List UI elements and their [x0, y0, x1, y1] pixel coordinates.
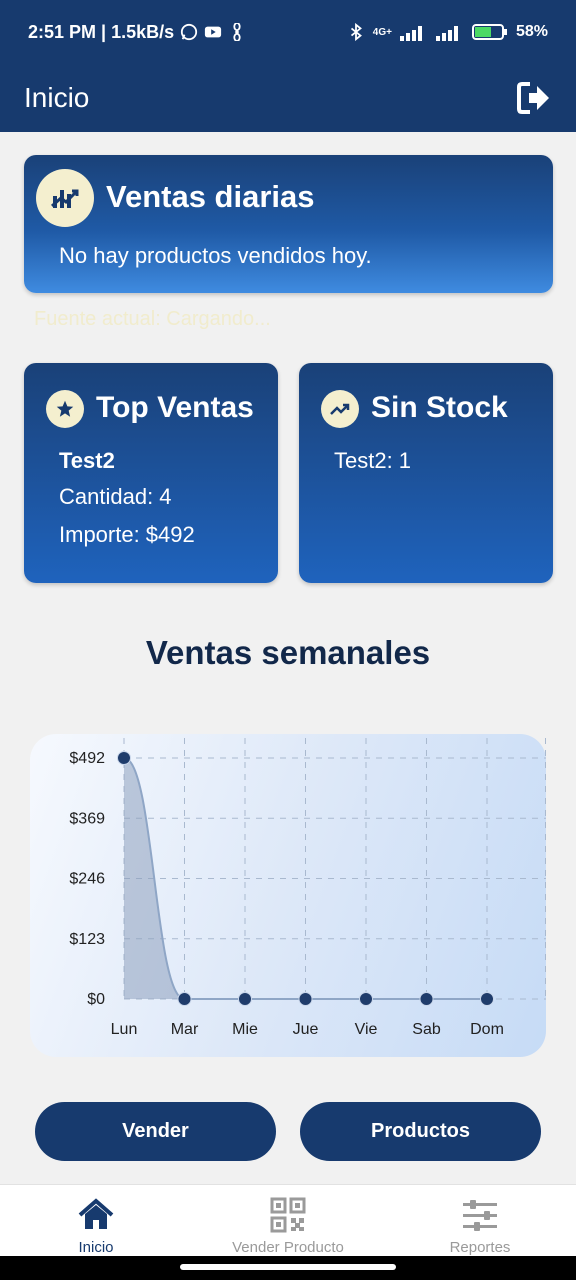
nav-item-vender-producto[interactable]: Vender Producto [192, 1185, 384, 1256]
weekly-sales-chart: $0 $123 $246 $369 $492 Lun Mar Mie Jue Vie Sab Dom [30, 734, 546, 1057]
data-point [298, 992, 313, 1006]
data-point [480, 992, 494, 1006]
app-bar: Inicio [0, 64, 576, 132]
logout-icon[interactable] [516, 80, 552, 116]
y-tick-label: $0 [87, 991, 105, 1008]
chart-canvas: $0 $123 $246 $369 $492 Lun Mar Mie Jue Vie Sab Dom [69, 738, 546, 1038]
battery-level: 58% [515, 23, 548, 40]
top-product-amount: Importe: $492 [59, 522, 195, 547]
nav-item-reportes[interactable]: Reportes [384, 1185, 576, 1256]
x-tick-label: Jue [293, 1021, 319, 1038]
x-tick-label: Sab [412, 1021, 441, 1038]
page-title: Inicio [24, 82, 90, 113]
signal-icon [435, 26, 458, 41]
nav-item-inicio[interactable]: Inicio [0, 1185, 192, 1256]
data-point [238, 992, 252, 1006]
top-product-name: Test2 [59, 448, 115, 473]
bluetooth-icon [350, 23, 362, 41]
sliders-icon [463, 1200, 497, 1231]
weekly-sales-title: Ventas semanales [145, 634, 431, 671]
youtube-icon [205, 26, 222, 38]
signal-icon [399, 26, 422, 41]
products-button[interactable]: Productos [300, 1102, 541, 1161]
bottom-navigation: Inicio Vender Producto Reportes [0, 1184, 576, 1256]
sell-button[interactable]: Vender [35, 1102, 276, 1161]
nav-label-reportes: Reportes [449, 1239, 511, 1256]
y-tick-label: $492 [69, 750, 105, 767]
top-sales-title: Top Ventas [96, 391, 254, 424]
daily-sales-title: Ventas diarias [106, 179, 315, 214]
network-type: 4G+ [372, 26, 392, 38]
data-point [359, 992, 373, 1006]
x-tick-label: Lun [111, 1021, 138, 1038]
out-of-stock-card: Sin Stock Test2: 1 [299, 363, 553, 583]
data-point [177, 992, 192, 1006]
daily-sales-message: No hay productos vendidos hoy. [59, 243, 372, 268]
trending-up-icon [321, 390, 359, 428]
y-tick-label: $369 [69, 810, 105, 827]
x-tick-label: Vie [355, 1021, 378, 1038]
top-product-quantity: Cantidad: 4 [59, 484, 172, 509]
status-bar: 2:51 PM | 1.5kB/s 4G+ 58% [0, 0, 576, 64]
nav-label-inicio: Inicio [78, 1239, 114, 1256]
font-status-text: Fuente actual: Cargando... [34, 308, 271, 330]
x-tick-label: Mie [232, 1021, 258, 1038]
status-time: 2:51 PM | 1.5kB/s [28, 21, 175, 42]
data-point [419, 992, 434, 1006]
y-tick-label: $123 [69, 931, 105, 948]
home-gesture-pill[interactable] [180, 1264, 396, 1270]
home-icon [78, 1198, 114, 1229]
y-tick-label: $246 [69, 871, 105, 888]
x-tick-label: Mar [171, 1021, 199, 1038]
x-tick-label: Dom [470, 1021, 504, 1038]
data-point [117, 751, 131, 765]
system-nav-bar [0, 1256, 576, 1280]
sales-chart-icon [36, 169, 94, 227]
star-icon [46, 390, 84, 428]
battery-icon [471, 24, 507, 40]
out-of-stock-title: Sin Stock [371, 391, 508, 424]
fan-icon [233, 23, 241, 41]
whatsapp-icon [181, 23, 198, 41]
nav-label-vender-producto: Vender Producto [232, 1239, 344, 1256]
qr-code-icon [270, 1197, 306, 1233]
daily-sales-card: Ventas diarias No hay productos vendidos… [24, 155, 553, 293]
top-sales-card: Top Ventas Test2 Cantidad: 4 Importe: $4… [24, 363, 278, 583]
out-of-stock-item: Test2: 1 [334, 448, 412, 473]
